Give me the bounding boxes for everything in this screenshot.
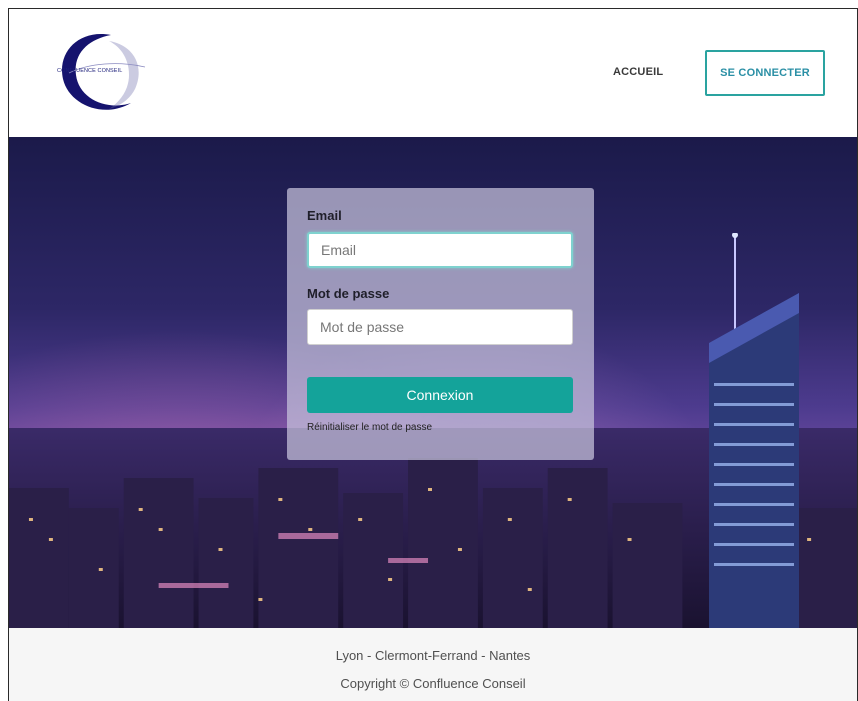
login-card: Email Mot de passe Connexion Réinitialis…	[287, 188, 594, 460]
company-logo[interactable]: CONFLUENCE CONSEIL	[49, 27, 149, 117]
nav-login-button[interactable]: SE CONNECTER	[705, 50, 825, 96]
password-input[interactable]	[307, 309, 573, 345]
browser-viewport: CONFLUENCE CONSEIL ACCUEIL SE CONNECTER	[8, 8, 858, 701]
logo-text: CONFLUENCE CONSEIL	[57, 68, 123, 74]
email-input[interactable]	[307, 232, 573, 268]
site-header: CONFLUENCE CONSEIL ACCUEIL SE CONNECTER	[9, 9, 857, 137]
email-label: Email	[307, 208, 342, 223]
footer-cities: Lyon - Clermont-Ferrand - Nantes	[335, 648, 531, 663]
skyscraper-image	[709, 233, 799, 628]
nav-home-link[interactable]: ACCUEIL	[613, 66, 663, 78]
reset-password-link[interactable]: Réinitialiser le mot de passe	[307, 422, 432, 433]
footer-copyright: Copyright © Confluence Conseil	[340, 676, 526, 691]
password-label: Mot de passe	[307, 286, 390, 301]
site-footer: Lyon - Clermont-Ferrand - Nantes Copyrig…	[9, 628, 857, 701]
login-submit-button[interactable]: Connexion	[307, 377, 573, 413]
